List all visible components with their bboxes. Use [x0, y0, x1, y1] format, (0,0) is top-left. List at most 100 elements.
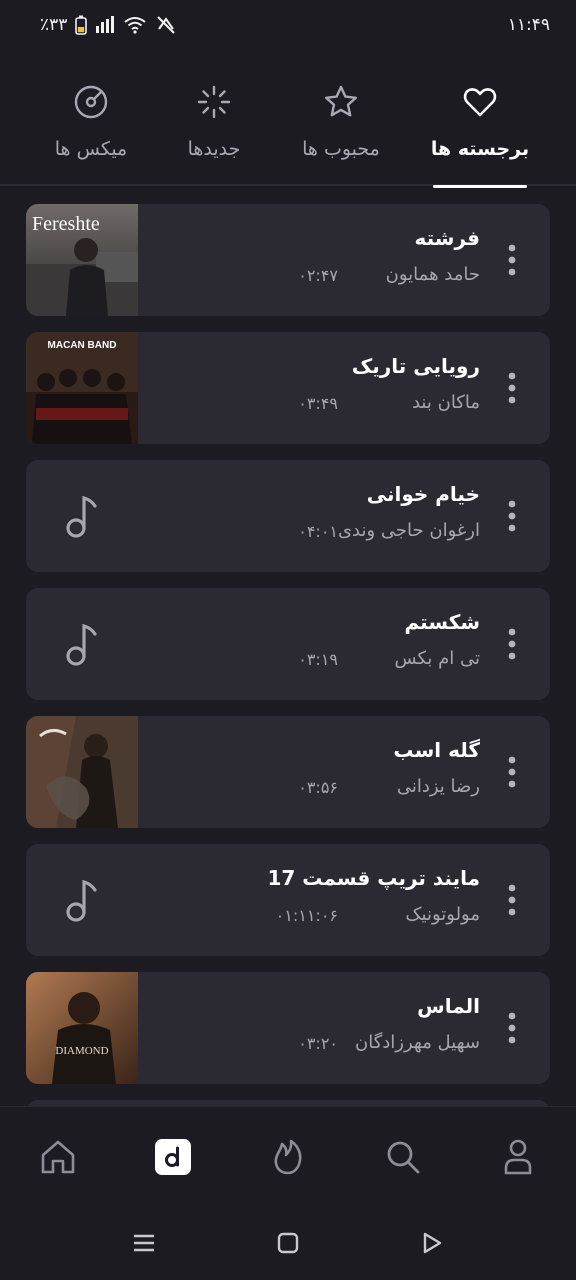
tab-new[interactable]: جدیدها [149, 70, 279, 186]
nav-profile[interactable] [498, 1137, 538, 1177]
status-bar: ٪۳۳ ۱۱:۴۹ [0, 0, 576, 50]
tab-label: محبوب ها [302, 138, 380, 160]
song-title: رویایی تاریک [351, 354, 480, 378]
song-duration: ۰۳:۵۶ [298, 778, 338, 797]
more-vertical-icon [508, 884, 516, 916]
battery-icon [75, 15, 88, 35]
song-title: فرشته [414, 226, 481, 250]
tab-mixes[interactable]: میکس ها [26, 70, 156, 186]
song-info: خیام خوانی ارغوان حاجی وندی ۰۴:۰۱ [164, 460, 480, 572]
tab-label: برجسته ها [430, 138, 530, 160]
category-tabs: میکس ها جدیدها محبوب ها برجسته ها [0, 70, 576, 188]
tab-popular[interactable]: محبوب ها [276, 70, 406, 186]
song-item[interactable]: مایند تریپ قسمت 17 مولوتونیک ۰۱:۱۱:۰۶ [26, 844, 550, 956]
song-info: مایند تریپ قسمت 17 مولوتونیک ۰۱:۱۱:۰۶ [164, 844, 480, 956]
bottom-navigation [0, 1106, 576, 1204]
song-item[interactable]: DIAMOND الماس سهیل مهرزادگان ۰۳:۲۰ [26, 972, 550, 1084]
profile-icon [504, 1139, 532, 1175]
song-item[interactable]: MACAN BAND رویایی تاریک ماکان بند ۰۳:۴۹ [26, 332, 550, 444]
song-artist: تی ام بکس [394, 648, 481, 669]
nav-home[interactable] [38, 1137, 78, 1177]
more-vertical-icon [508, 756, 516, 788]
app-logo-icon [155, 1139, 191, 1175]
music-note-icon [66, 495, 97, 538]
song-duration: ۰۴:۰۱ [298, 522, 338, 541]
cover-text: DIAMOND [55, 1045, 108, 1057]
music-note-placeholder [26, 588, 138, 700]
more-options-button[interactable] [500, 240, 524, 280]
song-info: فرشته حامد همایون ۰۲:۴۷ [164, 204, 480, 316]
song-list: Fereshte فرشته حامد همایون ۰۲:۴۷ MACAN B… [26, 204, 550, 1100]
music-note-icon [66, 879, 97, 922]
album-cover: MACAN BAND [26, 332, 138, 444]
cover-text: MACAN BAND [48, 340, 117, 351]
square-icon [277, 1232, 299, 1254]
more-options-button[interactable] [500, 624, 524, 664]
song-title: مایند تریپ قسمت 17 [267, 866, 480, 890]
clock: ۱۱:۴۹ [507, 15, 550, 35]
back-button[interactable] [419, 1230, 445, 1256]
heart-icon [463, 88, 497, 117]
search-icon [387, 1141, 420, 1174]
song-title: الماس [417, 994, 480, 1018]
home-button[interactable] [275, 1230, 301, 1256]
more-vertical-icon [508, 628, 516, 660]
music-note-placeholder [26, 844, 138, 956]
disc-icon [74, 85, 108, 119]
song-title: شکستم [404, 610, 481, 634]
more-options-button[interactable] [500, 752, 524, 792]
song-artist: رضا یزدانی [396, 776, 480, 797]
song-info: رویایی تاریک ماکان بند ۰۳:۴۹ [164, 332, 480, 444]
more-options-button[interactable] [500, 880, 524, 920]
album-cover: Fereshte [26, 204, 138, 316]
more-options-button[interactable] [500, 368, 524, 408]
album-cover [26, 716, 138, 828]
song-artist: مولوتونیک [405, 904, 480, 925]
song-item[interactable]: گله اسب رضا یزدانی ۰۳:۵۶ [26, 716, 550, 828]
music-note-placeholder [26, 460, 138, 572]
song-item[interactable]: شکستم تی ام بکس ۰۳:۱۹ [26, 588, 550, 700]
tab-featured[interactable]: برجسته ها [415, 70, 545, 188]
star-icon [325, 85, 357, 117]
song-info: گله اسب رضا یزدانی ۰۳:۵۶ [164, 716, 480, 828]
song-title: گله اسب [393, 738, 480, 762]
song-info: شکستم تی ام بکس ۰۳:۱۹ [164, 588, 480, 700]
song-duration: ۰۱:۱۱:۰۶ [275, 906, 338, 925]
more-vertical-icon [508, 372, 516, 404]
more-vertical-icon [508, 244, 516, 276]
battery-percentage: ٪۳۳ [40, 15, 68, 35]
cover-text: Fereshte [32, 213, 100, 235]
system-navigation-bar [0, 1204, 576, 1280]
nav-search[interactable] [383, 1137, 423, 1177]
song-artist: ارغوان حاجی وندی [337, 520, 480, 541]
more-vertical-icon [508, 500, 516, 532]
status-icons: ٪۳۳ [40, 15, 177, 35]
song-item[interactable]: خیام خوانی ارغوان حاجی وندی ۰۴:۰۱ [26, 460, 550, 572]
signal-icon [96, 16, 115, 33]
menu-icon [134, 1234, 154, 1252]
song-item[interactable]: Fereshte فرشته حامد همایون ۰۲:۴۷ [26, 204, 550, 316]
music-note-icon [66, 623, 97, 666]
song-duration: ۰۳:۱۹ [298, 650, 338, 669]
recents-button[interactable] [131, 1230, 157, 1256]
song-duration: ۰۳:۲۰ [298, 1034, 338, 1053]
song-duration: ۰۲:۴۷ [298, 266, 338, 285]
wifi-icon [124, 17, 147, 34]
tab-label: جدیدها [187, 138, 241, 160]
song-duration: ۰۳:۴۹ [298, 394, 338, 413]
home-icon [41, 1140, 75, 1174]
tab-label: میکس ها [54, 138, 128, 160]
more-options-button[interactable] [500, 1008, 524, 1048]
song-artist: سهیل مهرزادگان [354, 1032, 480, 1053]
nav-library[interactable] [153, 1137, 193, 1177]
song-artist: حامد همایون [385, 264, 480, 285]
flame-icon [274, 1139, 302, 1175]
song-title: خیام خوانی [366, 482, 480, 506]
song-info: الماس سهیل مهرزادگان ۰۳:۲۰ [164, 972, 480, 1084]
vpn-off-icon [157, 16, 176, 34]
song-artist: ماکان بند [411, 392, 480, 413]
nav-trending[interactable] [268, 1137, 308, 1177]
sparkle-loading-icon [197, 85, 231, 119]
more-options-button[interactable] [500, 496, 524, 536]
album-cover: DIAMOND [26, 972, 138, 1084]
